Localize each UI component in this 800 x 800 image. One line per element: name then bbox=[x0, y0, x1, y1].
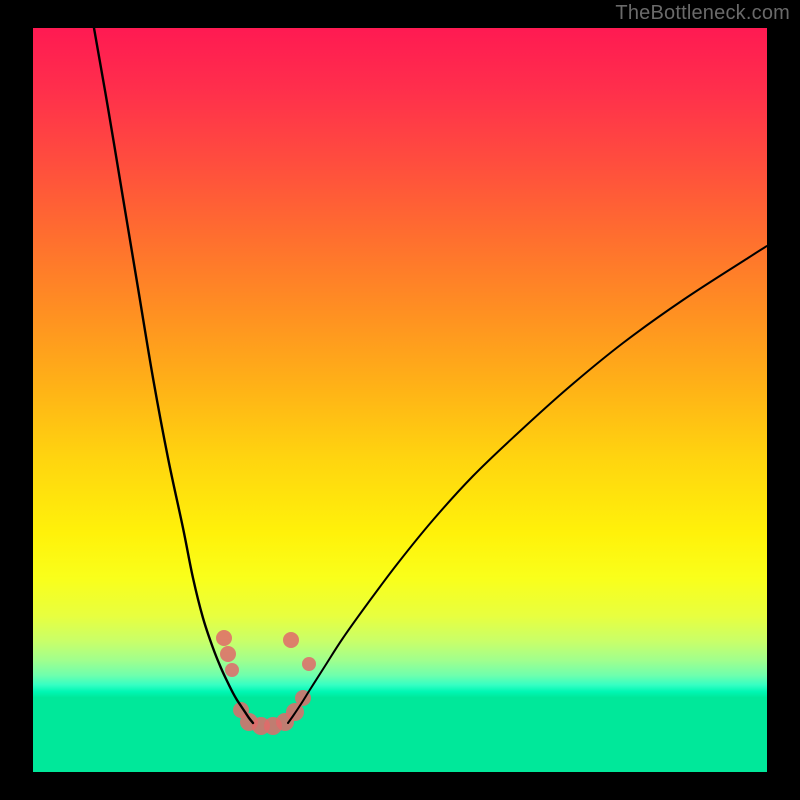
outer-frame: TheBottleneck.com bbox=[0, 0, 800, 800]
curve-left-branch bbox=[94, 28, 253, 723]
curve-right-branch bbox=[288, 246, 767, 723]
data-marker bbox=[220, 646, 236, 662]
data-marker bbox=[302, 657, 316, 671]
data-marker bbox=[225, 663, 239, 677]
data-marker bbox=[216, 630, 232, 646]
watermark-text: TheBottleneck.com bbox=[615, 2, 790, 25]
chart-svg bbox=[33, 28, 767, 772]
data-marker bbox=[283, 632, 299, 648]
plot-area bbox=[33, 28, 767, 772]
marker-group bbox=[216, 630, 316, 735]
